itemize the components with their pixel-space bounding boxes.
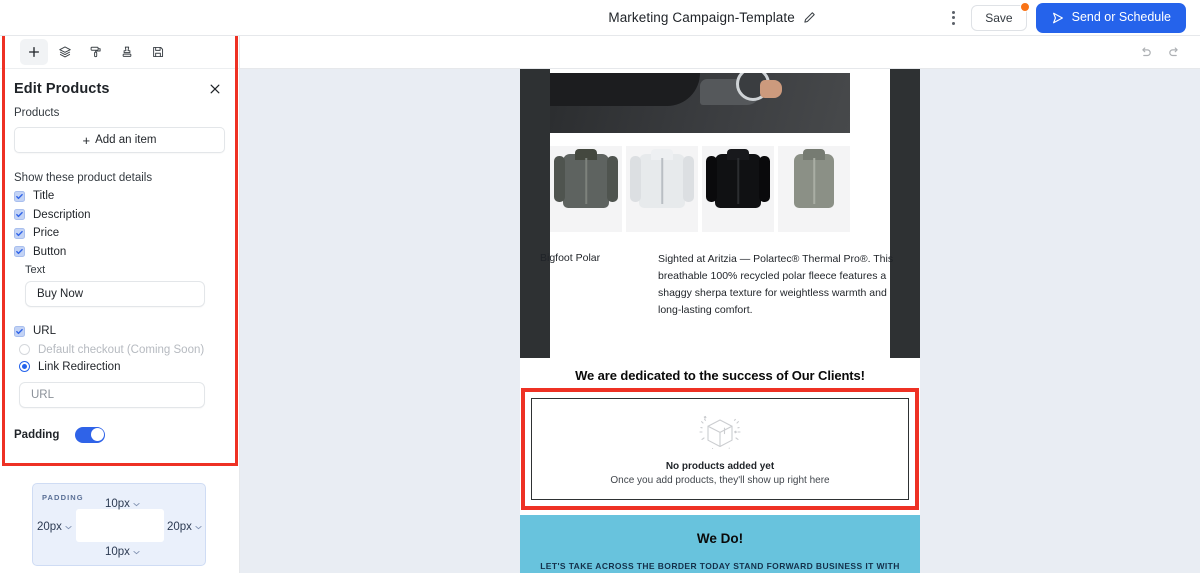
checkbox-icon[interactable] bbox=[14, 325, 25, 337]
button-text-label: Text bbox=[25, 264, 46, 276]
padding-top-control[interactable]: 10px bbox=[105, 498, 140, 510]
send-icon bbox=[1051, 11, 1065, 25]
padding-right-control[interactable]: 20px bbox=[167, 521, 202, 533]
padding-toggle-row: Padding bbox=[14, 426, 225, 453]
pencil-icon[interactable] bbox=[803, 11, 816, 24]
panel-title: Edit Products bbox=[14, 81, 110, 97]
detail-label: Description bbox=[33, 208, 91, 221]
undo-icon[interactable] bbox=[1138, 45, 1153, 60]
footer-section[interactable]: We Do! LET'S TAKE ACROSS THE BORDER TODA… bbox=[520, 515, 920, 573]
radio-icon[interactable] bbox=[19, 361, 30, 372]
send-button-label: Send or Schedule bbox=[1071, 10, 1171, 25]
kebab-menu-icon[interactable] bbox=[944, 7, 962, 29]
detail-label: Title bbox=[33, 190, 55, 202]
url-input[interactable] bbox=[19, 381, 205, 408]
editor-sidebar: Back bbox=[0, 0, 240, 573]
product-name: Bigfoot Polar bbox=[540, 252, 601, 264]
save-button[interactable]: Save bbox=[971, 1, 1030, 31]
product-thumbnail-row bbox=[550, 146, 850, 232]
padding-widget-content-box bbox=[76, 509, 164, 542]
chevron-down-icon bbox=[65, 525, 72, 529]
stamp-tool[interactable] bbox=[113, 39, 141, 65]
document-title-group: Marketing Campaign-Template bbox=[480, 10, 944, 25]
url-checkbox-label: URL bbox=[33, 325, 57, 337]
close-icon[interactable] bbox=[208, 82, 222, 96]
layers-tool[interactable] bbox=[51, 39, 79, 65]
chevron-down-icon bbox=[133, 550, 140, 554]
plus-icon: + bbox=[82, 132, 91, 148]
chevron-down-icon bbox=[195, 525, 202, 529]
product-details-label: Show these product details bbox=[14, 172, 153, 184]
paint-roller-tool[interactable] bbox=[82, 39, 110, 65]
radio-label: Link Redirection bbox=[38, 360, 121, 373]
send-or-schedule-button[interactable]: Send or Schedule bbox=[1035, 2, 1186, 33]
padding-toggle[interactable] bbox=[75, 426, 106, 443]
add-an-item-button[interactable]: + Add an item bbox=[14, 127, 225, 153]
detail-checkbox-description[interactable]: Description bbox=[14, 209, 225, 221]
empty-box-icon bbox=[699, 415, 741, 450]
padding-bottom-control[interactable]: 10px bbox=[105, 546, 140, 558]
product-description: Sighted at Aritzia — Polartec® Thermal P… bbox=[658, 253, 894, 316]
padding-widget-title: PADDING bbox=[42, 493, 84, 502]
email-canvas: Bigfoot Polar Sighted at Aritzia — Polar… bbox=[240, 36, 1200, 573]
empty-state-title: No products added yet bbox=[665, 461, 775, 472]
product-info-row: Bigfoot Polar Sighted at Aritzia — Polar… bbox=[540, 251, 900, 319]
floppy-disk-tool[interactable] bbox=[144, 39, 172, 65]
product-thumbnail[interactable] bbox=[778, 146, 850, 232]
checkbox-icon[interactable] bbox=[14, 209, 25, 220]
checkbox-icon[interactable] bbox=[14, 190, 25, 202]
canvas-toolbar bbox=[240, 36, 1200, 69]
email-preview: Bigfoot Polar Sighted at Aritzia — Polar… bbox=[240, 69, 1200, 573]
checkbox-icon[interactable] bbox=[14, 246, 25, 257]
redo-icon[interactable] bbox=[1167, 45, 1182, 60]
empty-products-block[interactable]: No products added yet Once you add produ… bbox=[531, 398, 909, 500]
padding-top-value: 10px bbox=[105, 498, 130, 510]
padding-bottom-value: 10px bbox=[105, 546, 130, 558]
radio-default-checkout: Default checkout (Coming Soon) bbox=[19, 344, 225, 356]
products-section-label: Products bbox=[14, 107, 60, 119]
radio-label: Default checkout (Coming Soon) bbox=[38, 343, 205, 356]
hero-image[interactable] bbox=[550, 73, 850, 133]
url-checkbox-row[interactable]: URL bbox=[14, 325, 225, 337]
add-block-tool[interactable] bbox=[20, 39, 48, 65]
detail-label: Price bbox=[33, 227, 60, 239]
detail-label: Button bbox=[33, 245, 67, 258]
product-thumbnail[interactable] bbox=[550, 146, 622, 232]
panel-header: Edit Products bbox=[0, 69, 239, 107]
checkbox-icon[interactable] bbox=[14, 227, 25, 239]
product-thumbnail[interactable] bbox=[626, 146, 698, 232]
add-an-item-label: Add an item bbox=[95, 134, 157, 146]
detail-checkbox-title[interactable]: Title bbox=[14, 190, 225, 202]
padding-right-value: 20px bbox=[167, 521, 192, 533]
product-thumbnail[interactable] bbox=[702, 146, 774, 232]
chevron-down-icon bbox=[133, 502, 140, 506]
padding-widget: PADDING 10px 10px 20px 20px bbox=[32, 483, 206, 566]
padding-left-control[interactable]: 20px bbox=[37, 521, 72, 533]
block-toolbar bbox=[0, 36, 239, 69]
detail-checkbox-button[interactable]: Button bbox=[14, 246, 225, 258]
footer-subtext: LET'S TAKE ACROSS THE BORDER TODAY STAND… bbox=[540, 561, 900, 571]
empty-state-subtitle: Once you add products, they'll show up r… bbox=[610, 475, 830, 486]
radio-link-redirection[interactable]: Link Redirection bbox=[19, 361, 225, 373]
footer-heading: We Do! bbox=[696, 531, 744, 546]
page-title: Marketing Campaign-Template bbox=[608, 10, 795, 25]
save-button-label: Save bbox=[985, 10, 1013, 25]
top-bar-actions: Save Send or Schedule bbox=[944, 1, 1200, 33]
top-bar-left-spacer bbox=[0, 0, 480, 36]
top-bar: Marketing Campaign-Template Save Send or bbox=[0, 0, 1200, 36]
radio-icon bbox=[19, 344, 30, 355]
button-text-input[interactable] bbox=[25, 281, 205, 307]
padding-label: Padding bbox=[14, 428, 60, 441]
panel-body: Products + Add an item Show these produc… bbox=[0, 107, 239, 453]
detail-checkbox-price[interactable]: Price bbox=[14, 227, 225, 239]
email-headline: We are dedicated to the success of Our C… bbox=[575, 368, 865, 383]
unsaved-changes-badge bbox=[1019, 1, 1030, 12]
app-root: Marketing Campaign-Template Save Send or bbox=[0, 0, 1200, 573]
padding-left-value: 20px bbox=[37, 521, 62, 533]
